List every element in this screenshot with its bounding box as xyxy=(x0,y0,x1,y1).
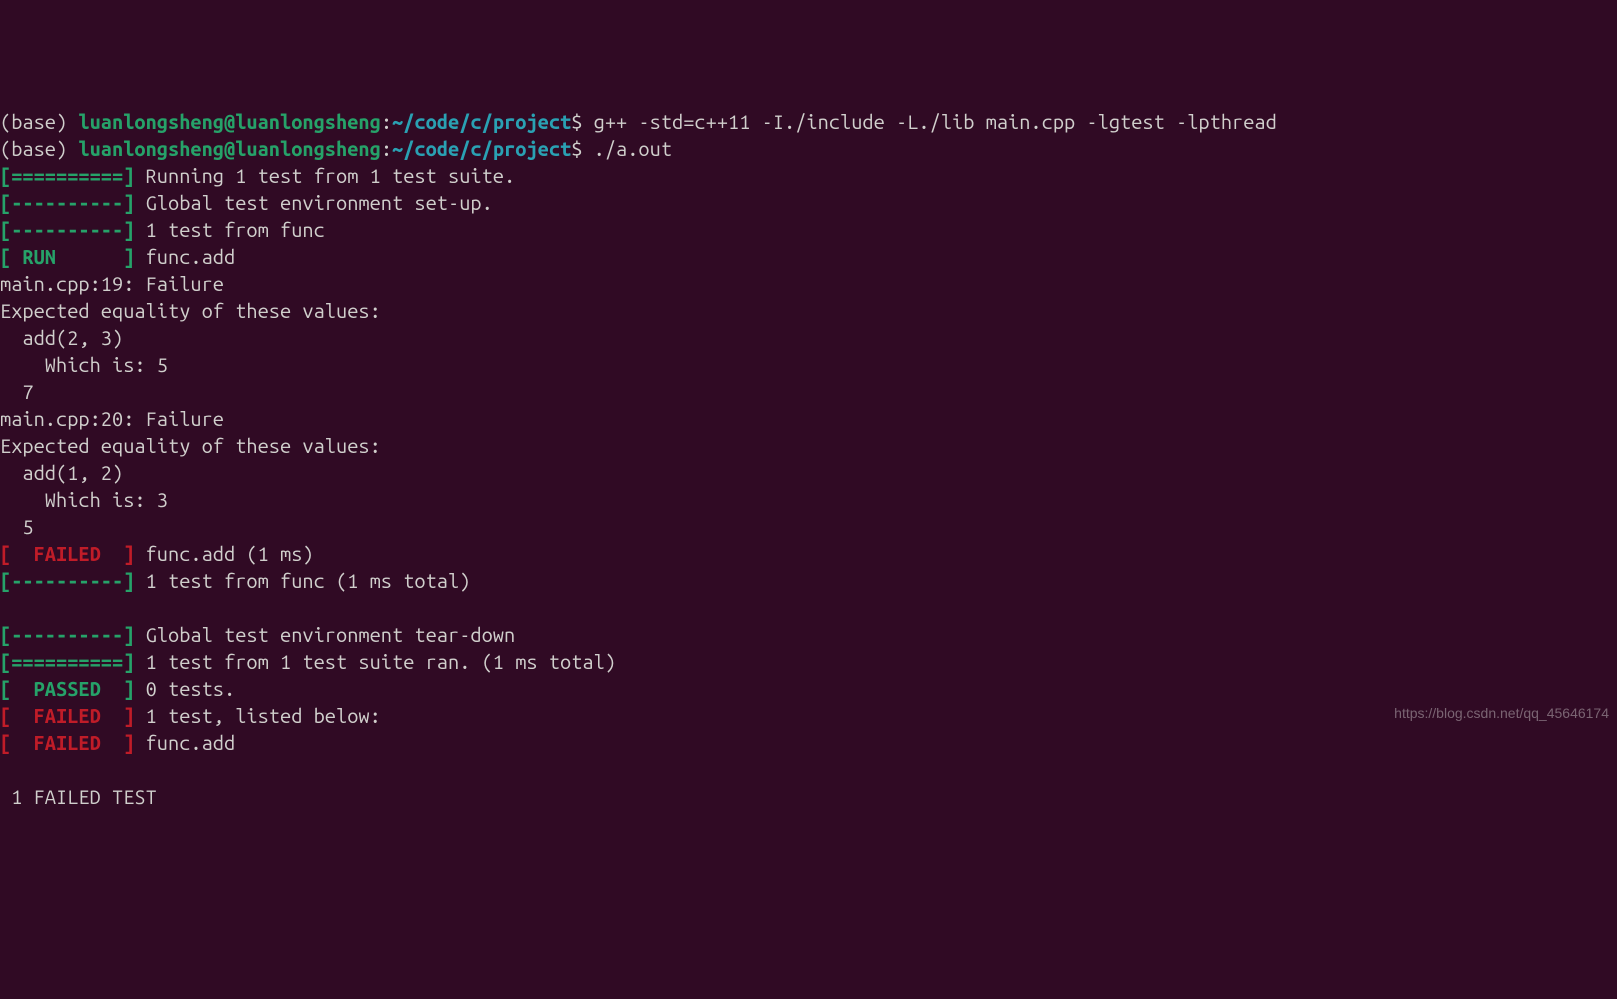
failure-location: main.cpp:20: Failure xyxy=(0,407,224,430)
tag-dashes: [----------] xyxy=(0,191,134,214)
failure-msg: Expected equality of these values: xyxy=(0,434,381,457)
cwd-path: ~/code/c/project xyxy=(392,137,571,160)
env-label: (base) xyxy=(0,110,78,133)
prompt-line-1: (base) luanlongsheng@luanlongsheng:~/cod… xyxy=(0,110,1277,133)
gtest-suite: [----------] 1 test from func xyxy=(0,218,325,241)
text: 0 tests. xyxy=(134,677,235,700)
gtest-summary: [==========] 1 test from 1 test suite ra… xyxy=(0,650,616,673)
tag-dashes: [----------] xyxy=(0,623,134,646)
blank-line xyxy=(0,758,11,781)
dollar: $ xyxy=(571,137,593,160)
text: 1 test, listed below: xyxy=(134,704,380,727)
prompt-line-2: (base) luanlongsheng@luanlongsheng:~/cod… xyxy=(0,137,672,160)
gtest-header: [==========] Running 1 test from 1 test … xyxy=(0,164,515,187)
userhost: luanlongsheng@luanlongsheng xyxy=(78,110,380,133)
failed-count: 1 FAILED TEST xyxy=(0,785,157,808)
dollar: $ xyxy=(571,110,593,133)
failure-actual: Which is: 5 xyxy=(0,353,168,376)
userhost: luanlongsheng@luanlongsheng xyxy=(78,137,380,160)
tag-passed: [ PASSED ] xyxy=(0,677,134,700)
text: 1 test from func xyxy=(134,218,324,241)
tag-failed: [ FAILED ] xyxy=(0,731,134,754)
tag-dashes: [----------] xyxy=(0,218,134,241)
text: Global test environment set-up. xyxy=(134,191,492,214)
text: Global test environment tear-down xyxy=(134,623,515,646)
sep: : xyxy=(381,110,392,133)
tag-failed: [ FAILED ] xyxy=(0,542,134,565)
gtest-teardown: [----------] Global test environment tea… xyxy=(0,623,515,646)
tag-dashes: [----------] xyxy=(0,569,134,592)
text: 1 test from func (1 ms total) xyxy=(134,569,470,592)
tag-failed: [ FAILED ] xyxy=(0,704,134,727)
gtest-failed-item: [ FAILED ] func.add xyxy=(0,731,235,754)
sep: : xyxy=(381,137,392,160)
text: 1 test from 1 test suite ran. (1 ms tota… xyxy=(134,650,616,673)
tag-equals: [==========] xyxy=(0,650,134,673)
failure-actual: Which is: 3 xyxy=(0,488,168,511)
gtest-failed: [ FAILED ] func.add (1 ms) xyxy=(0,542,314,565)
command-text: g++ -std=c++11 -I./include -L./lib main.… xyxy=(594,110,1277,133)
tag-run: [ RUN ] xyxy=(0,245,134,268)
env-label: (base) xyxy=(0,137,78,160)
cwd-path: ~/code/c/project xyxy=(392,110,571,133)
gtest-passed: [ PASSED ] 0 tests. xyxy=(0,677,235,700)
failure-expr: add(2, 3) xyxy=(0,326,123,349)
gtest-setup: [----------] Global test environment set… xyxy=(0,191,493,214)
command-text: ./a.out xyxy=(594,137,672,160)
blank-line xyxy=(0,596,11,619)
terminal-output[interactable]: (base) luanlongsheng@luanlongsheng:~/cod… xyxy=(0,108,1617,810)
failure-expected: 5 xyxy=(0,515,34,538)
watermark-text: https://blog.csdn.net/qq_45646174 xyxy=(1394,704,1609,723)
failure-location: main.cpp:19: Failure xyxy=(0,272,224,295)
text: func.add (1 ms) xyxy=(134,542,313,565)
gtest-run: [ RUN ] func.add xyxy=(0,245,235,268)
failure-msg: Expected equality of these values: xyxy=(0,299,381,322)
text: func.add xyxy=(134,731,235,754)
failure-expected: 7 xyxy=(0,380,34,403)
tag-equals: [==========] xyxy=(0,164,134,187)
text: Running 1 test from 1 test suite. xyxy=(134,164,515,187)
gtest-suite-end: [----------] 1 test from func (1 ms tota… xyxy=(0,569,470,592)
gtest-failed-summary: [ FAILED ] 1 test, listed below: xyxy=(0,704,381,727)
failure-expr: add(1, 2) xyxy=(0,461,123,484)
text: func.add xyxy=(134,245,235,268)
